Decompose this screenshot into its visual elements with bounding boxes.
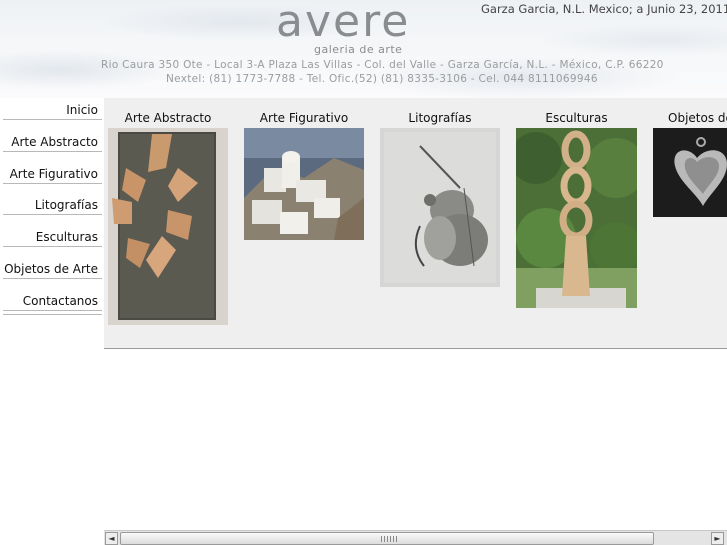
category-gallery: Arte Abstracto Arte Figurativo Litografí… — [104, 98, 727, 349]
logo-subtitle: galeria de arte — [314, 43, 403, 56]
litografias-image[interactable] — [380, 128, 500, 287]
nav-divider — [3, 124, 102, 152]
scroll-left-icon[interactable]: ◄ — [105, 532, 118, 545]
content-frame: Arte Abstracto Arte Figurativo Litografí… — [104, 98, 727, 545]
category-title: Arte Abstracto — [124, 111, 212, 125]
site-header: avere galeria de arte Rio Caura 350 Ote … — [0, 0, 727, 98]
grip-icon — [381, 536, 397, 542]
objetos-de-arte-image[interactable] — [653, 128, 727, 217]
nav-divider — [3, 187, 102, 215]
esculturas-image[interactable] — [516, 128, 637, 308]
phone-line: Nextel: (81) 1773-7788 - Tel. Ofic.(52) … — [166, 73, 598, 85]
date-location: Garza Garcia, N.L. Mexico; a Junio 23, 2… — [481, 2, 727, 16]
nav-divider — [3, 92, 102, 120]
nav-divider — [3, 219, 102, 247]
nav-divider — [3, 156, 102, 184]
category-title: Objetos de — [668, 111, 727, 125]
arte-figurativo-image[interactable] — [244, 128, 364, 240]
address-line: Rio Caura 350 Ote - Local 3-A Plaza Las … — [101, 59, 664, 71]
category-title: Litografías — [408, 111, 472, 125]
nav-divider — [3, 251, 102, 279]
horizontal-scrollbar[interactable]: ◄ ► — [104, 530, 727, 545]
scrollbar-thumb[interactable] — [120, 532, 654, 545]
arte-abstracto-image[interactable] — [108, 128, 228, 325]
nav-divider — [3, 287, 102, 315]
sidebar-nav: Inicio Arte Abstracto Arte Figurativo Li… — [0, 98, 104, 545]
category-title: Arte Figurativo — [259, 111, 349, 125]
site-logo[interactable]: avere — [276, 0, 441, 44]
category-title: Esculturas — [545, 111, 608, 125]
scroll-right-icon[interactable]: ► — [711, 532, 724, 545]
